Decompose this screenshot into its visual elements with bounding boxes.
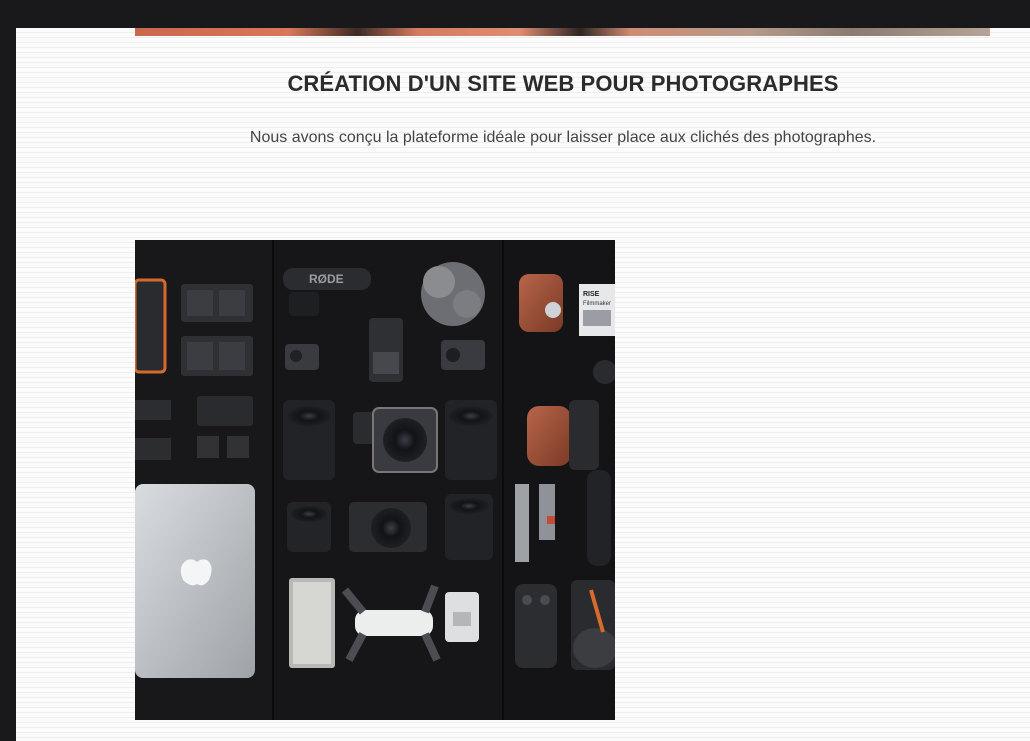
hero-image-bottom-edge	[135, 28, 990, 36]
window-frame: CRÉATION D'UN SITE WEB POUR PHOTOGRAPHES…	[0, 0, 1030, 741]
rise-card-label: RISE	[583, 291, 600, 298]
section-subtitle: Nous avons conçu la plateforme idéale po…	[249, 129, 877, 146]
web-page: CRÉATION D'UN SITE WEB POUR PHOTOGRAPHES…	[16, 28, 1030, 741]
rode-mic-label: RØDE	[309, 272, 344, 286]
section-title: CRÉATION D'UN SITE WEB POUR PHOTOGRAPHES	[287, 71, 839, 96]
filmmaker-card-label: Filmmaker	[583, 301, 611, 307]
camera-gear-flatlay-image: RØDE RISE Filmmaker	[135, 240, 615, 720]
